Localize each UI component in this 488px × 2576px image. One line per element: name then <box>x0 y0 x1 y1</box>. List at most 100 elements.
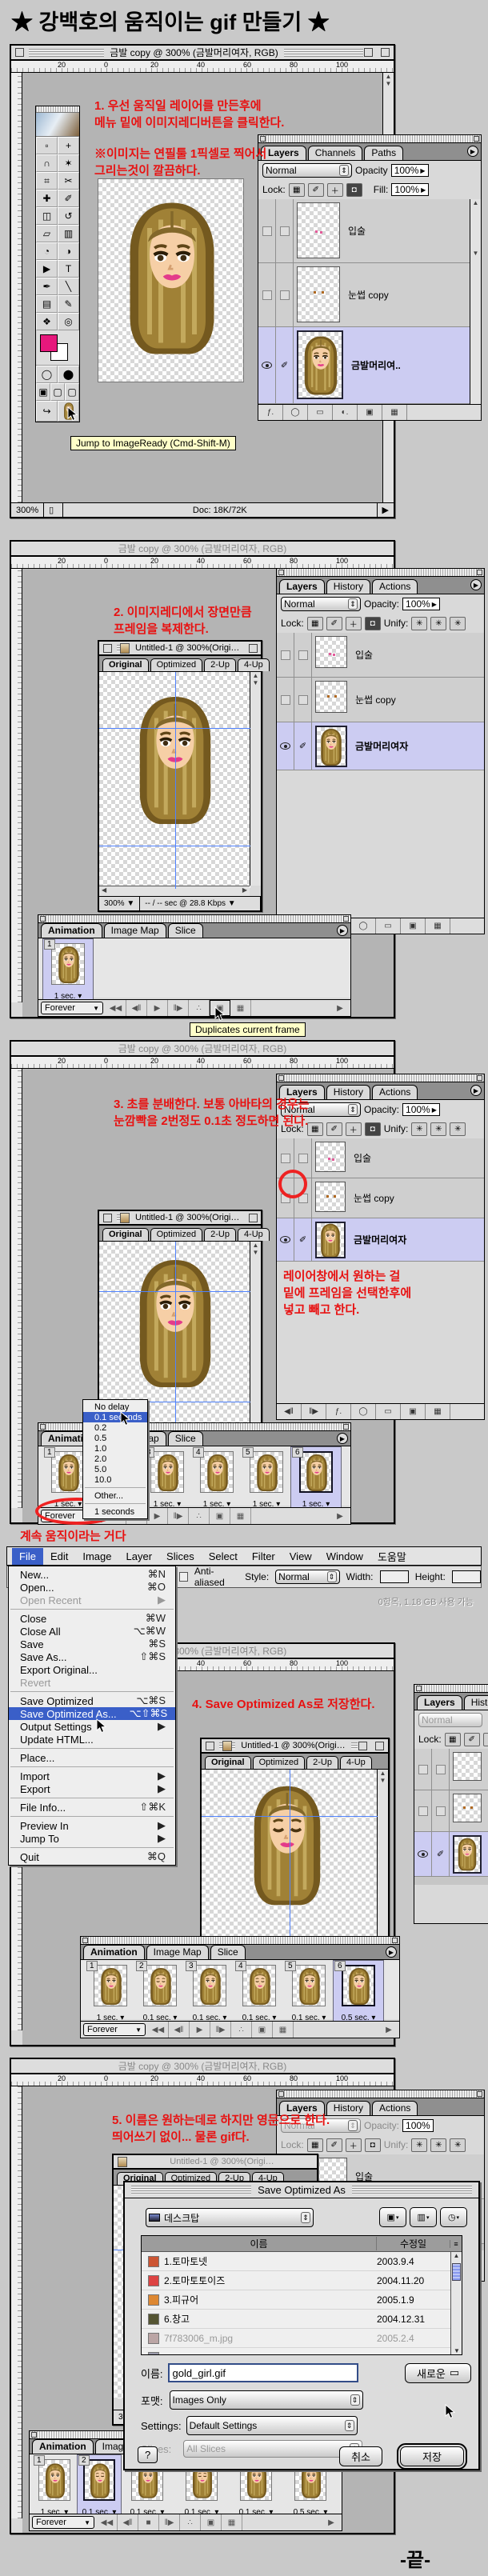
tab-2up[interactable]: 2-Up <box>204 658 236 671</box>
play-button[interactable]: ▶ <box>147 1508 168 1524</box>
eye-icon[interactable] <box>262 362 272 369</box>
settings-select[interactable]: Default Settings⇕ <box>186 2416 358 2435</box>
loop-select[interactable]: Forever▼ <box>32 2516 94 2529</box>
tab-animation[interactable]: Animation <box>83 1945 145 1959</box>
tab-image-map[interactable]: Image Map <box>146 1945 209 1959</box>
menu-item-other[interactable]: Other... <box>83 1490 147 1501</box>
menu-item-5.0[interactable]: 5.0 <box>83 1464 147 1474</box>
window-titlebar[interactable]: 금발 copy @ 300% (금발머리여자, RGB) <box>11 542 394 557</box>
layer-row-girl-selected[interactable]: ✐ 금발머리여자 <box>277 1218 484 1262</box>
tab-2up[interactable]: 2-Up <box>306 1756 338 1769</box>
tool-clone-stamp-icon[interactable]: ◫ <box>36 207 58 225</box>
tab-original[interactable]: Original <box>102 658 149 671</box>
loop-select[interactable]: Forever▼ <box>41 1002 103 1014</box>
menu-file[interactable]: File <box>12 1548 43 1565</box>
window-titlebar[interactable]: 금발 copy @ 300% (금발머리여자, RGB) <box>11 46 394 61</box>
loop-select[interactable]: Forever▼ <box>83 2023 146 2036</box>
document-canvas[interactable] <box>98 178 244 382</box>
lock-position-icon[interactable]: ＋ <box>346 617 362 630</box>
lock-pixels-icon[interactable]: ✐ <box>326 617 342 630</box>
lock-all-icon[interactable]: ◘ <box>346 183 362 197</box>
unify-position-icon[interactable]: ✳ <box>411 617 427 630</box>
format-select[interactable]: Images Only⇕ <box>170 2390 363 2410</box>
eye-icon[interactable] <box>280 1236 290 1243</box>
scroll-right-icon[interactable]: ▶ <box>330 1508 350 1524</box>
document-canvas[interactable] <box>202 1770 378 1936</box>
screen-mode-menu-icon[interactable]: ▢ <box>65 383 79 401</box>
layer-mask-icon[interactable]: ◯ <box>351 918 376 934</box>
document-canvas[interactable] <box>99 672 250 889</box>
menu-item-close[interactable]: Close⌘W <box>9 1612 175 1625</box>
lock-all-icon[interactable]: ◘ <box>365 617 381 630</box>
layer-group-icon[interactable]: ▭ <box>376 1404 401 1419</box>
file-row[interactable]: 3.피규어2005.1.9 <box>142 2290 450 2310</box>
favorites-button[interactable]: ▥▾ <box>410 2207 437 2227</box>
tab-history[interactable]: History <box>464 1695 488 1710</box>
visibility-checkbox[interactable] <box>281 1154 290 1163</box>
tab-history[interactable]: History <box>326 1085 370 1099</box>
scroll-right-icon[interactable]: ▶ <box>378 2022 399 2038</box>
unify-style-icon[interactable]: ✳ <box>450 617 466 630</box>
first-frame-button[interactable]: ◀◀ <box>106 1000 126 1016</box>
tool-lasso-icon[interactable]: ∩ <box>36 154 58 172</box>
menu-view[interactable]: View <box>282 1548 319 1565</box>
lock-position-icon[interactable]: ＋ <box>327 183 343 197</box>
eye-icon[interactable] <box>280 742 290 750</box>
scroll-right-icon[interactable]: ▶ <box>330 1000 350 1016</box>
tab-4up[interactable]: 4-Up <box>238 1228 270 1241</box>
tab-slice[interactable]: Slice <box>168 923 203 938</box>
next-frame-button[interactable]: ‖▶ <box>210 2022 231 2038</box>
previous-frame-button[interactable]: ◀‖ <box>126 1000 147 1016</box>
menu-item-close-all[interactable]: Close All⌥⌘W <box>9 1625 175 1638</box>
vertical-scrollbar[interactable]: ▲▼ <box>250 1242 261 1432</box>
opacity-value[interactable]: 100%▶ <box>391 164 429 177</box>
lock-pixels-icon[interactable]: ✐ <box>326 1122 342 1136</box>
blend-mode-select[interactable]: Normal⇕ <box>281 597 361 611</box>
menu-item-current-delay[interactable]: 1 seconds <box>83 1506 147 1517</box>
play-button[interactable]: ▶ <box>190 2022 210 2038</box>
zoom-level[interactable]: 300% <box>11 503 44 517</box>
new-layer-icon[interactable]: ▣ <box>401 918 426 934</box>
previous-frame-icon[interactable]: ◀‖ <box>277 1404 302 1419</box>
file-row[interactable]: 6.창고2004.12.31 <box>142 2310 450 2329</box>
tool-crop-icon[interactable]: ⌗ <box>36 172 58 190</box>
unify-visibility-icon[interactable]: ✳ <box>430 1122 446 1136</box>
visibility-checkbox[interactable] <box>262 226 272 236</box>
slices-select[interactable]: All Slices⇕ <box>183 2440 362 2458</box>
tab-optimized[interactable]: Optimized <box>150 1228 203 1241</box>
height-field[interactable] <box>452 1570 481 1583</box>
standard-mode-icon[interactable]: ◯ <box>36 366 58 383</box>
guide-vertical[interactable] <box>175 672 176 889</box>
layer-row-girl-selected[interactable]: ✐ <box>414 1832 488 1877</box>
menu-item-save-as[interactable]: Save As...⇧⌘S <box>9 1650 175 1663</box>
menu-window[interactable]: Window <box>319 1548 370 1565</box>
fill-value[interactable]: 100%▶ <box>391 183 429 196</box>
tool-healing-brush-icon[interactable]: ✚ <box>36 190 58 207</box>
animation-frame-selected[interactable]: 61 sec. ▾ <box>291 1447 341 1510</box>
blend-mode-select[interactable]: Normal⇕ <box>262 163 352 178</box>
unify-position-icon[interactable]: ✳ <box>411 1122 427 1136</box>
menu-item-open-recent[interactable]: Open Recent▶ <box>9 1594 175 1606</box>
vertical-scrollbar[interactable]: ▲▼ <box>250 672 261 886</box>
file-row[interactable]: 2.토마토토이즈2004.11.20 <box>142 2271 450 2290</box>
delete-layer-icon[interactable]: ▦ <box>382 405 407 420</box>
layer-mask-icon[interactable]: ◯ <box>283 405 308 420</box>
menu-help[interactable]: 도움말 <box>370 1546 414 1566</box>
menu-item-0.5[interactable]: 0.5 <box>83 1433 147 1443</box>
quick-mask-mode-icon[interactable]: ⬤ <box>58 366 79 383</box>
sort-icon[interactable]: ≡ <box>450 2240 462 2248</box>
menu-item-save-optimized-as[interactable]: Save Optimized As...⌥⇧⌘S <box>9 1707 175 1720</box>
tool-marquee-icon[interactable]: ▫ <box>36 137 58 154</box>
eye-icon[interactable] <box>418 1850 428 1858</box>
animation-frame[interactable]: 30.1 sec. ▾ <box>185 1961 234 2023</box>
tool-eraser-icon[interactable]: ▱ <box>36 225 58 242</box>
tool-hand-icon[interactable]: ❖ <box>36 313 58 330</box>
delete-layer-icon[interactable]: ▦ <box>426 918 450 934</box>
tool-path-select-icon[interactable]: ▶ <box>36 260 58 278</box>
tab-original[interactable]: Original <box>205 1756 251 1769</box>
tab-paths[interactable]: Paths <box>364 146 403 160</box>
blend-mode-select[interactable]: Normal <box>418 1713 482 1727</box>
dialog-titlebar[interactable]: Save Optimized As <box>125 2182 478 2198</box>
animation-frame[interactable]: 50.1 sec. ▾ <box>284 1961 334 2023</box>
column-date[interactable]: 수정일 <box>376 2237 450 2250</box>
